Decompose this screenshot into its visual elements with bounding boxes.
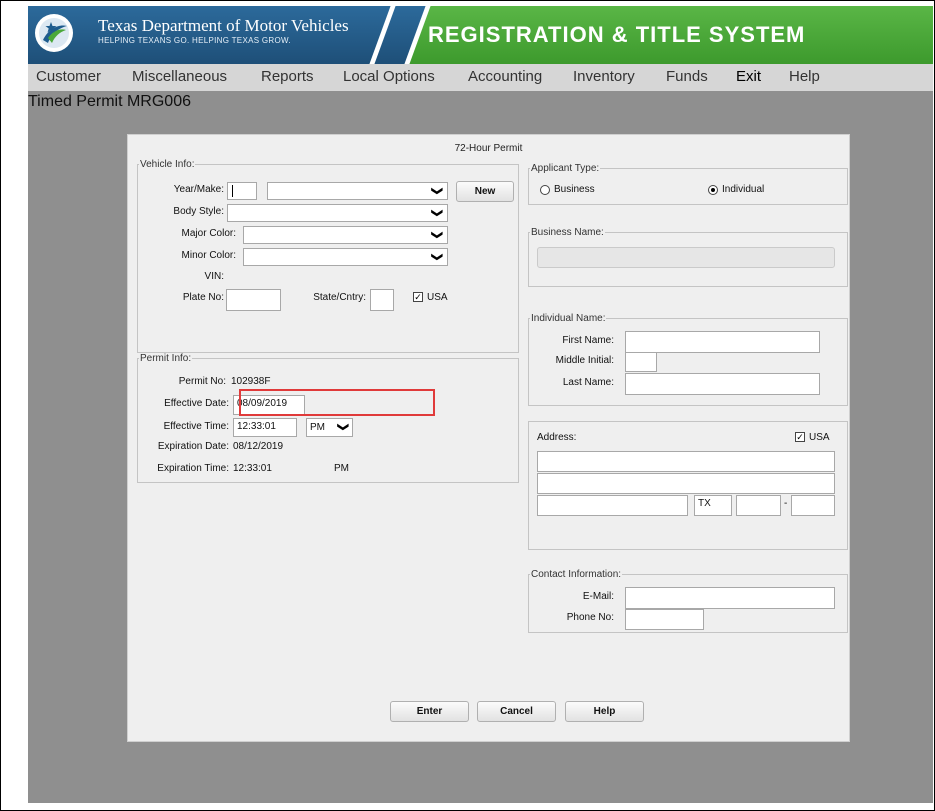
major-color-select[interactable]: ❯ xyxy=(243,226,448,244)
address-line1-input[interactable] xyxy=(537,451,835,472)
minor-color-select[interactable]: ❯ xyxy=(243,248,448,266)
applicant-type-legend: Applicant Type: xyxy=(531,163,600,174)
body-style-label: Body Style: xyxy=(173,206,224,217)
org-title: Texas Department of Motor Vehicles xyxy=(98,16,349,35)
email-label: E-Mail: xyxy=(582,591,614,602)
chevron-down-icon: ❯ xyxy=(431,186,443,196)
vehicle-usa-label: USA xyxy=(427,292,448,303)
plate-no-label: Plate No: xyxy=(182,292,224,303)
effective-time-label: Effective Time: xyxy=(163,421,229,432)
expiration-date-value: 08/12/2019 xyxy=(233,441,284,452)
menu-help[interactable]: Help xyxy=(789,68,820,85)
last-name-label: Last Name: xyxy=(562,377,614,388)
last-name-input[interactable] xyxy=(625,373,820,395)
city-input[interactable] xyxy=(537,495,688,516)
chevron-down-icon: ❯ xyxy=(337,422,349,432)
chevron-down-icon: ❯ xyxy=(431,208,443,218)
individual-radio-label: Individual xyxy=(722,184,765,195)
permit-info-legend: Permit Info: xyxy=(140,353,192,364)
text-cursor xyxy=(232,185,233,197)
address-label: Address: xyxy=(537,432,577,443)
effective-date-highlight xyxy=(239,389,435,416)
year-make-label: Year/Make: xyxy=(173,184,224,195)
middle-initial-input[interactable] xyxy=(625,352,657,372)
permit-no-label: Permit No: xyxy=(178,376,226,387)
cancel-button[interactable]: Cancel xyxy=(477,701,556,722)
app-window: Texas Department of Motor Vehicles HELPI… xyxy=(28,6,933,803)
menu-bar: Customer Miscellaneous Reports Local Opt… xyxy=(28,64,933,91)
dialog-title: 72-Hour Permit xyxy=(454,143,523,154)
middle-initial-label: Middle Initial: xyxy=(555,355,614,366)
major-color-label: Major Color: xyxy=(181,228,236,239)
zip-separator: - xyxy=(784,498,788,509)
new-button[interactable]: New xyxy=(456,181,514,202)
expiration-time-value: 12:33:01 xyxy=(233,463,272,474)
make-select[interactable]: ❯ xyxy=(267,182,448,200)
chevron-down-icon: ❯ xyxy=(431,230,443,240)
body-style-select[interactable]: ❯ xyxy=(227,204,448,222)
state-cntry-label: State/Cntry: xyxy=(313,292,366,303)
menu-miscellaneous[interactable]: Miscellaneous xyxy=(132,68,227,85)
address-usa-label: USA xyxy=(809,432,830,443)
state-cntry-input[interactable] xyxy=(370,289,394,311)
vin-label: VIN: xyxy=(204,271,224,282)
effective-date-label: Effective Date: xyxy=(164,398,229,409)
minor-color-label: Minor Color: xyxy=(181,250,236,261)
first-name-label: First Name: xyxy=(562,335,614,346)
phone-label: Phone No: xyxy=(566,612,614,623)
individual-radio[interactable] xyxy=(708,185,718,195)
year-input[interactable] xyxy=(227,182,257,200)
business-name-input[interactable] xyxy=(537,247,835,268)
plate-no-input[interactable] xyxy=(226,289,281,311)
address-line2-input[interactable] xyxy=(537,473,835,494)
individual-name-legend: Individual Name: xyxy=(531,313,606,324)
first-name-input[interactable] xyxy=(625,331,820,353)
zip-input[interactable] xyxy=(736,495,781,516)
menu-inventory[interactable]: Inventory xyxy=(573,68,635,85)
system-title: REGISTRATION & TITLE SYSTEM xyxy=(428,22,806,47)
menu-exit[interactable]: Exit xyxy=(736,68,761,85)
star-logo-icon xyxy=(39,18,69,48)
menu-reports[interactable]: Reports xyxy=(261,68,314,85)
business-radio-label: Business xyxy=(554,184,595,195)
app-header: Texas Department of Motor Vehicles HELPI… xyxy=(28,6,933,64)
vehicle-info-legend: Vehicle Info: xyxy=(140,159,195,170)
ampm-value: PM xyxy=(310,422,325,433)
ampm-select[interactable]: PM ❯ xyxy=(306,418,353,437)
address-usa-checkbox[interactable]: ✓ xyxy=(795,432,805,442)
effective-time-input[interactable]: 12:33:01 xyxy=(233,418,297,437)
email-input[interactable] xyxy=(625,587,835,609)
screen-title: Timed Permit MRG006 xyxy=(28,93,191,110)
vehicle-usa-checkbox[interactable]: ✓ xyxy=(413,292,423,302)
expiration-date-label: Expiration Date: xyxy=(157,441,229,452)
phone-input[interactable] xyxy=(625,609,704,630)
menu-funds[interactable]: Funds xyxy=(666,68,708,85)
permit-no-value: 102938F xyxy=(231,376,271,387)
zip-ext-input[interactable] xyxy=(791,495,835,516)
expiration-ampm-value: PM xyxy=(334,463,349,474)
enter-button[interactable]: Enter xyxy=(390,701,469,722)
contact-info-legend: Contact Information: xyxy=(531,569,622,580)
permit-dialog: 72-Hour Permit Vehicle Info: Year/Make: … xyxy=(127,134,850,742)
help-button[interactable]: Help xyxy=(565,701,644,722)
menu-accounting[interactable]: Accounting xyxy=(468,68,542,85)
business-name-legend: Business Name: xyxy=(531,227,604,238)
address-state-input[interactable]: TX xyxy=(694,495,732,516)
chevron-down-icon: ❯ xyxy=(431,252,443,262)
business-radio[interactable] xyxy=(540,185,550,195)
menu-local-options[interactable]: Local Options xyxy=(343,68,435,85)
org-subtitle: HELPING TEXANS GO. HELPING TEXAS GROW. xyxy=(98,36,291,45)
menu-customer[interactable]: Customer xyxy=(36,68,101,85)
expiration-time-label: Expiration Time: xyxy=(157,463,229,474)
